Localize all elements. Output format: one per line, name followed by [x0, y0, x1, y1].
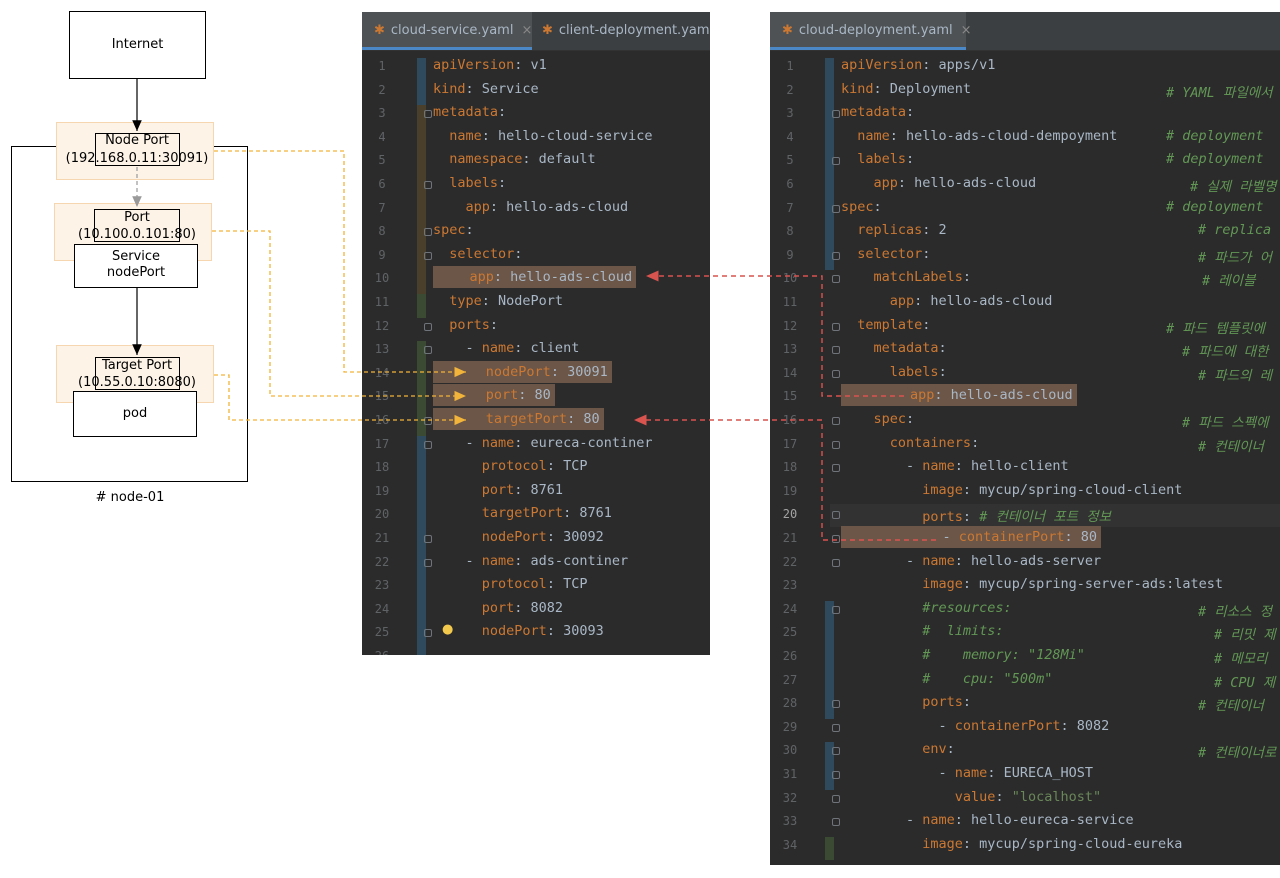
connector-overlay: [132, 79, 936, 541]
nodeport-mapping-arrow: [214, 150, 466, 378]
selector-label-arrow: [646, 270, 904, 397]
targetport-mapping-arrow: [214, 374, 466, 426]
port-mapping-arrow: [212, 230, 466, 402]
containerport-arrow: [634, 414, 936, 541]
